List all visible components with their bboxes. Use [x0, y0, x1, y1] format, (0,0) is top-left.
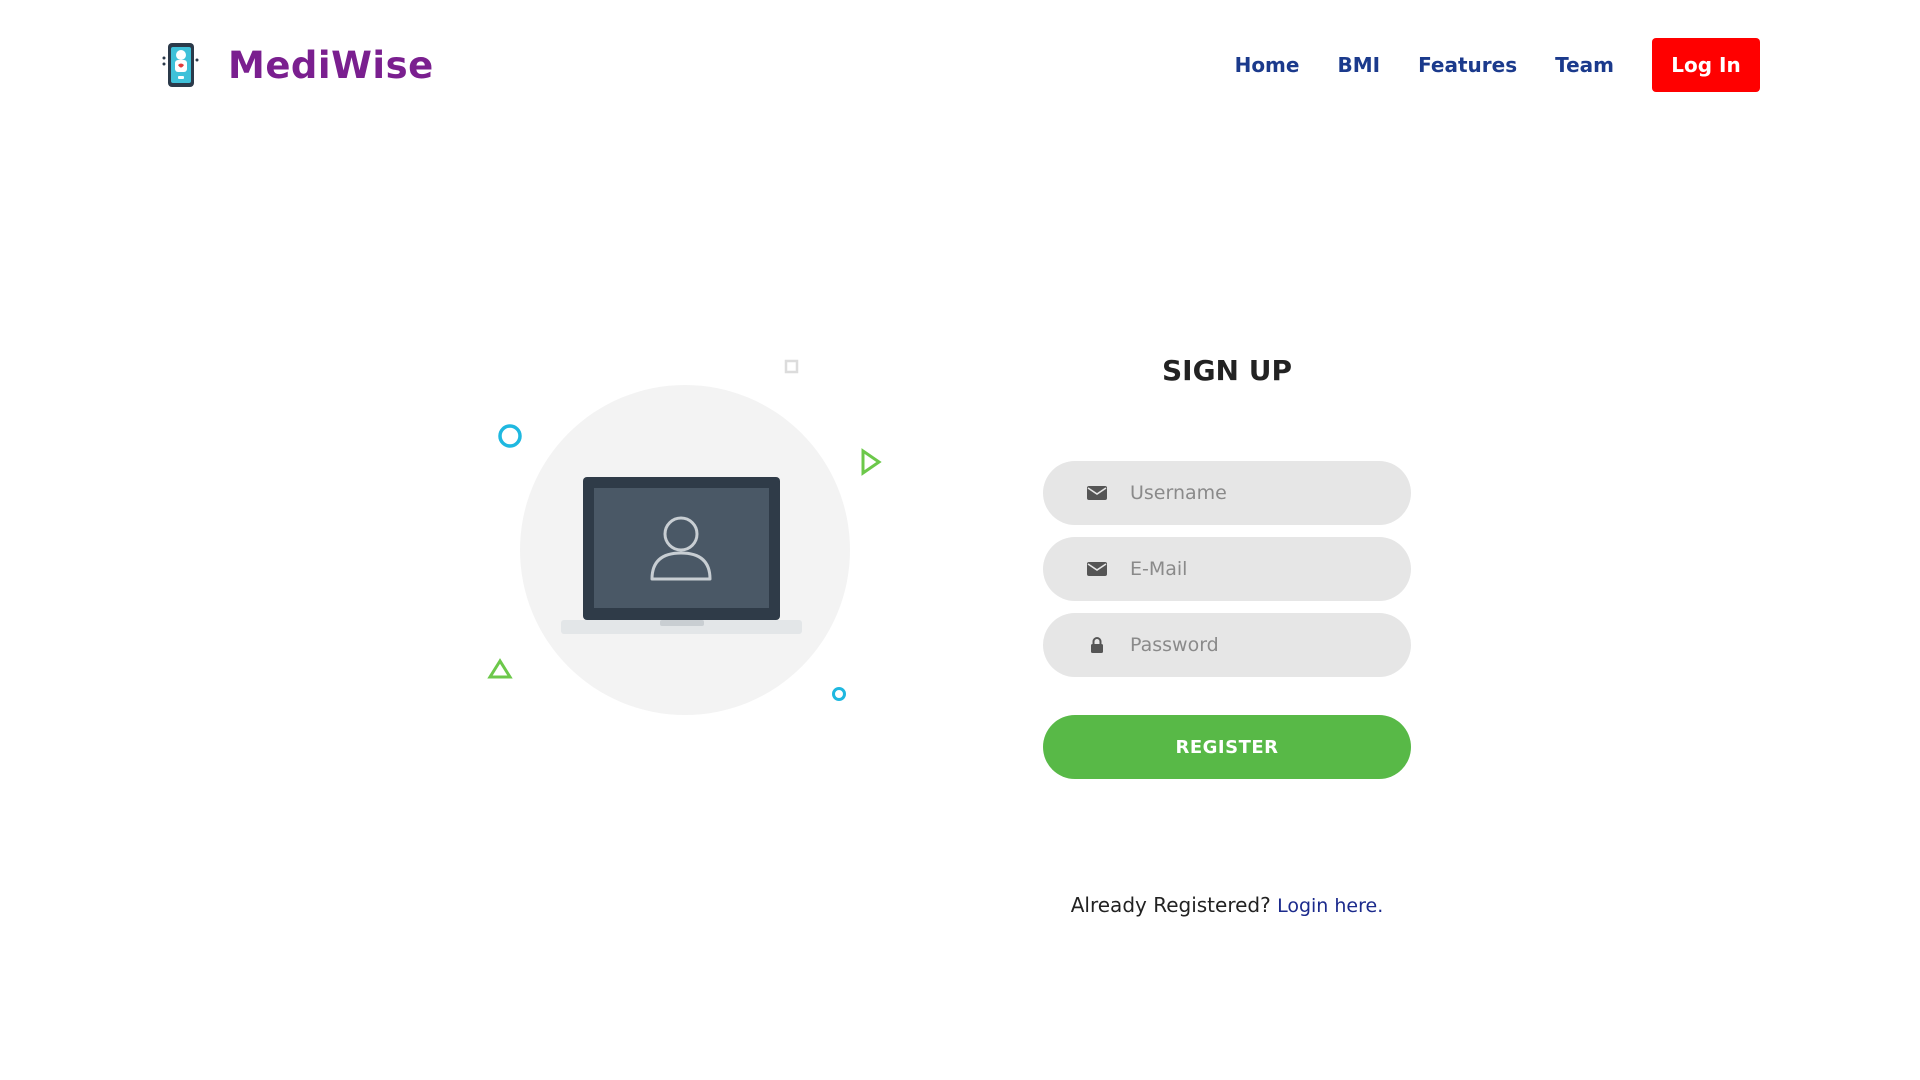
nav-item-features[interactable]: Features [1418, 53, 1517, 77]
username-input[interactable] [1128, 481, 1388, 505]
signup-form: SIGN UP REGISTER Already Re [1043, 345, 1411, 917]
signup-illustration [480, 350, 890, 730]
nav-item-team[interactable]: Team [1555, 53, 1614, 77]
brand-name: MediWise [228, 43, 434, 87]
nav-item-home[interactable]: Home [1235, 53, 1300, 77]
envelope-icon [1087, 483, 1107, 503]
email-field[interactable] [1043, 537, 1411, 601]
username-field[interactable] [1043, 461, 1411, 525]
site-header: MediWise Home BMI Features Team Log In [0, 0, 1920, 130]
already-registered: Already Registered? Login here. [1043, 893, 1411, 917]
password-field[interactable] [1043, 613, 1411, 677]
brand[interactable]: MediWise [160, 36, 434, 94]
laptop-user-icon [487, 359, 882, 715]
password-input[interactable] [1128, 633, 1388, 657]
lock-icon [1087, 635, 1107, 655]
already-registered-text: Already Registered? [1070, 893, 1271, 917]
main-nav: Home BMI Features Team Log In [1235, 38, 1760, 92]
phone-doctor-icon [162, 43, 199, 87]
login-here-link[interactable]: Login here. [1277, 895, 1383, 917]
signup-title: SIGN UP [1161, 354, 1292, 387]
register-button[interactable]: REGISTER [1043, 715, 1411, 779]
nav-item-bmi[interactable]: BMI [1337, 53, 1380, 77]
login-button[interactable]: Log In [1652, 38, 1760, 92]
email-input[interactable] [1128, 557, 1388, 581]
envelope-icon [1087, 559, 1107, 579]
